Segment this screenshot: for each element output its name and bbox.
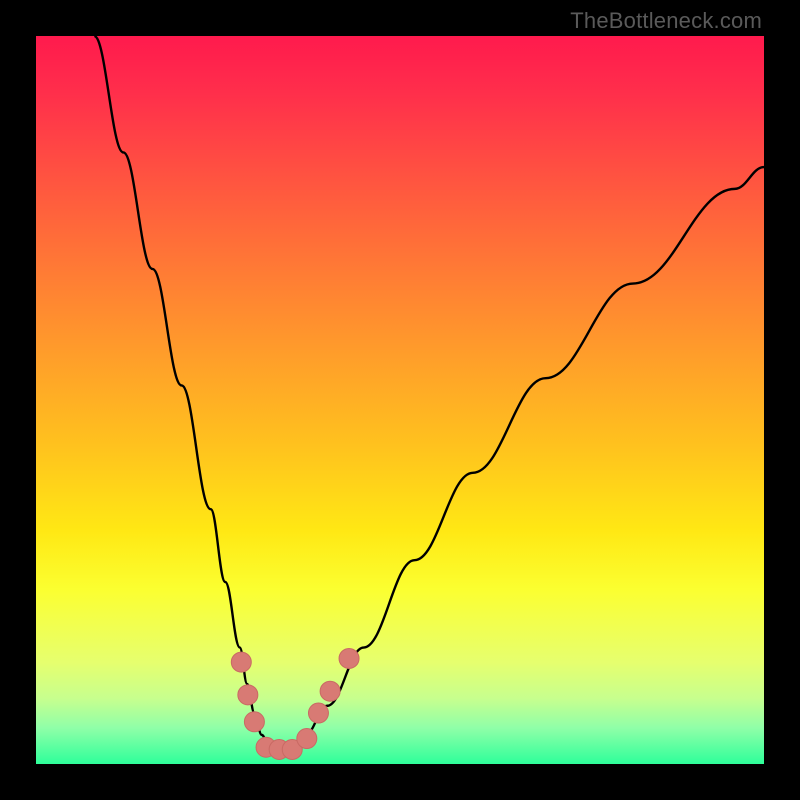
data-marker (244, 712, 264, 732)
attribution-text: TheBottleneck.com (570, 8, 762, 34)
data-marker (308, 703, 328, 723)
plot-area (36, 36, 764, 764)
chart-svg (36, 36, 764, 764)
data-marker (297, 729, 317, 749)
data-marker (339, 648, 359, 668)
data-marker (238, 685, 258, 705)
data-marker (231, 652, 251, 672)
bottleneck-curve (94, 36, 764, 749)
chart-frame: TheBottleneck.com (0, 0, 800, 800)
data-marker (320, 681, 340, 701)
